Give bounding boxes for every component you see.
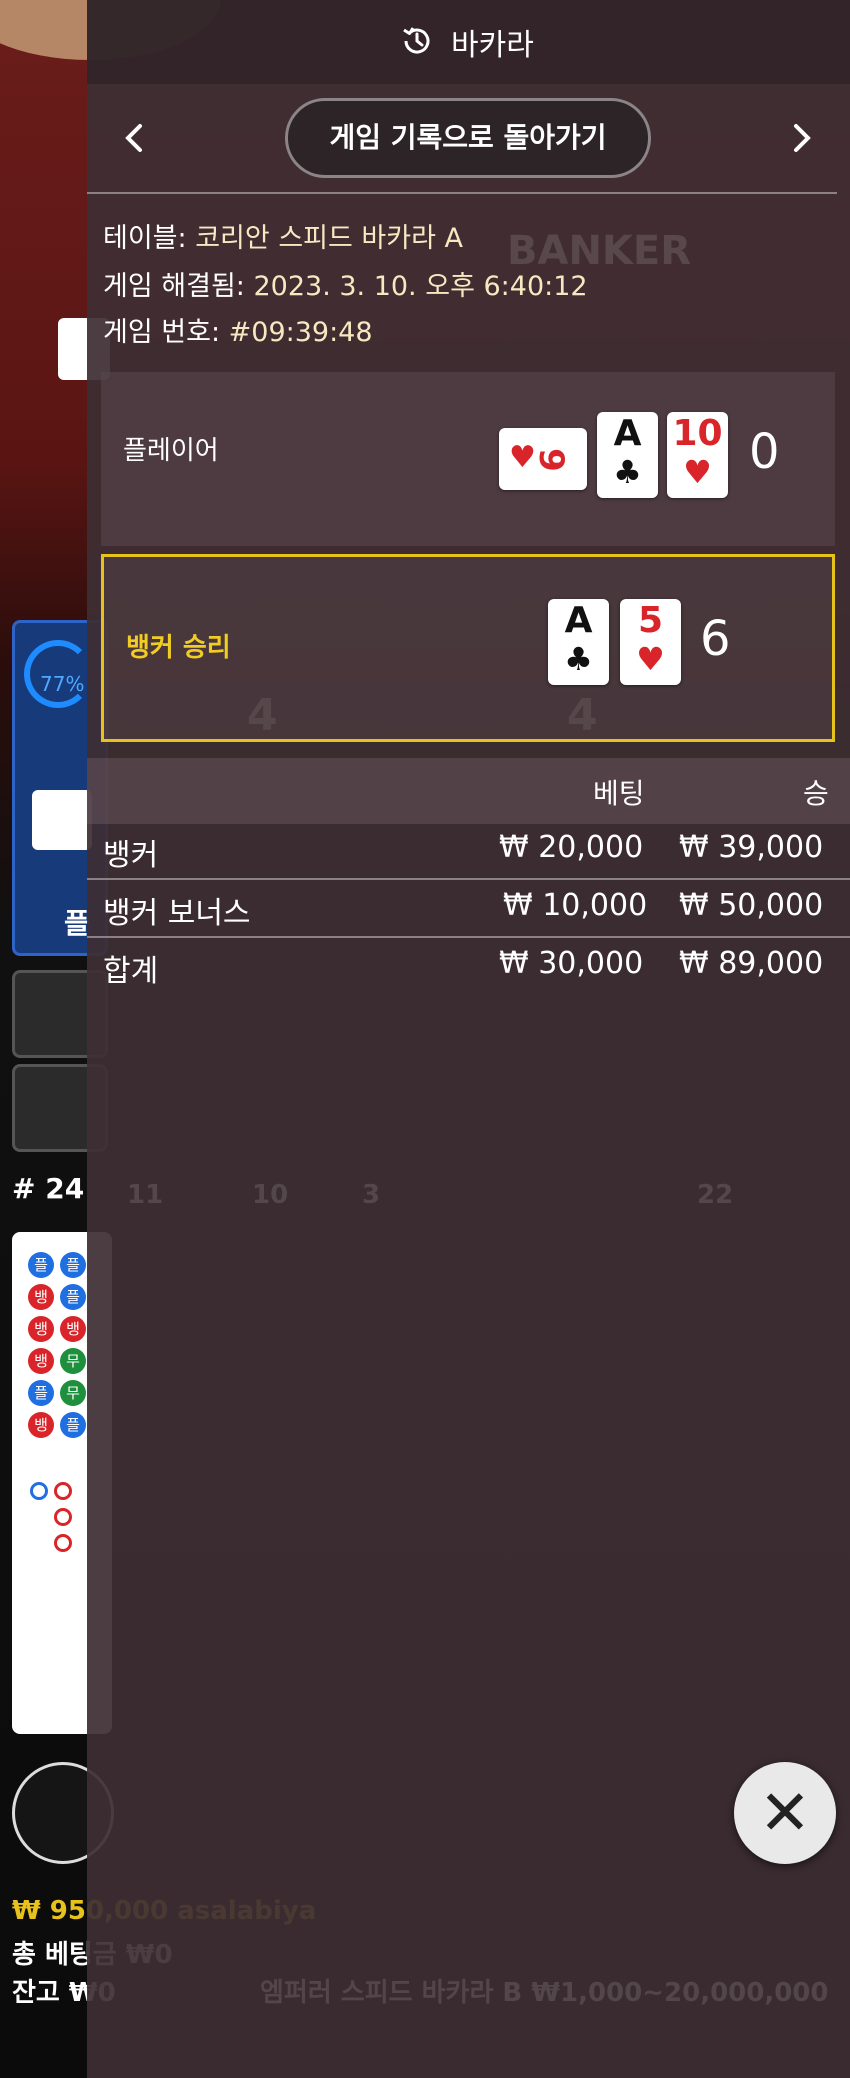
road-ring (54, 1482, 72, 1500)
bet-name: 뱅커 보너스 (103, 896, 251, 931)
resolved-info: 게임 해결됨: 2023. 3. 10. 오후 6:40:12 (103, 264, 588, 303)
road-dot: 플 (60, 1252, 86, 1278)
road-dot: 뱅 (28, 1348, 54, 1374)
bet-row: 뱅커 보너스 ₩ 10,000 ₩ 50,000 (87, 880, 850, 936)
player-label: 플레이어 (123, 436, 219, 466)
banker-win-label: 뱅커 승리 (126, 633, 231, 663)
road-dot: 플 (60, 1412, 86, 1438)
player-card-2: A ♣ (597, 412, 658, 498)
road-dot: 플 (60, 1284, 86, 1310)
road-ring (30, 1482, 48, 1500)
win-column-header: 승 (803, 777, 829, 810)
game-number-label: 게임 번호: (103, 317, 221, 348)
bets-header: 베팅 승 (87, 758, 850, 824)
road-dot: 뱅 (60, 1316, 86, 1342)
total-bet-amount: ₩ 30,000 (499, 946, 644, 981)
bet-name: 뱅커 (103, 838, 159, 873)
banker-result: 뱅커 승리 A ♣ 5 ♥ 6 (101, 554, 835, 742)
ghost-text: 22 (697, 1180, 734, 1210)
banker-card-1: A ♣ (548, 599, 609, 685)
ghost-text: 10 (252, 1180, 289, 1210)
resolved-label: 게임 해결됨: (103, 271, 245, 302)
total-row: 합계 ₩ 30,000 ₩ 89,000 (87, 938, 850, 994)
back-to-history-button[interactable]: 게임 기록으로 돌아가기 (285, 98, 651, 178)
road-dot: 뱅 (28, 1316, 54, 1342)
game-history-sheet: BANKER 4 4 11 10 3 22 엠퍼러 스피드 바카라 B ₩1,0… (87, 0, 850, 2078)
table-label: 테이블: (103, 223, 187, 254)
road-dot: 무 (60, 1348, 86, 1374)
background-mini-card (32, 790, 92, 850)
panel-label: 플 (64, 907, 90, 940)
player-score: 0 (749, 424, 780, 480)
road-ring (54, 1508, 72, 1526)
bet-column-header: 베팅 (593, 777, 645, 810)
total-label: 합계 (103, 954, 159, 989)
ghost-text: 3 (362, 1180, 381, 1210)
banker-card-2: 5 ♥ (620, 599, 681, 685)
sheet-title: 바카라 (451, 28, 534, 63)
bet-row: 뱅커 ₩ 20,000 ₩ 39,000 (87, 822, 850, 878)
player-card-1: ♥ 9 (499, 428, 587, 490)
road-dot: 뱅 (28, 1412, 54, 1438)
bet-amount: ₩ 10,000 (503, 888, 648, 923)
total-win-amount: ₩ 89,000 (679, 946, 824, 981)
road-dot: 플 (28, 1380, 54, 1406)
game-number-info: 게임 번호: #09:39:48 (103, 310, 373, 349)
sheet-header: 바카라 (87, 0, 850, 84)
progress-label: 77% (40, 672, 85, 696)
ghost-text: 11 (127, 1180, 164, 1210)
road-dot: 무 (60, 1380, 86, 1406)
chevron-left-icon[interactable] (115, 118, 155, 158)
road-ring (54, 1534, 72, 1552)
divider (87, 192, 837, 194)
road-dot: 플 (28, 1252, 54, 1278)
close-icon: ✕ (759, 1776, 811, 1849)
resolved-value: 2023. 3. 10. 오후 6:40:12 (253, 271, 588, 302)
table-value: 코리안 스피드 바카라 A (195, 223, 463, 254)
chevron-right-icon[interactable] (781, 118, 821, 158)
bet-amount: ₩ 20,000 (499, 830, 644, 865)
table-info: 테이블: 코리안 스피드 바카라 A (103, 216, 463, 255)
game-number-value: #09:39:48 (228, 317, 373, 348)
history-icon (403, 27, 430, 54)
table-info-line: 엠퍼러 스피드 바카라 B ₩1,000~20,000,000 (260, 1978, 829, 2008)
road-dot: 뱅 (28, 1284, 54, 1310)
player-result: 플레이어 ♥ 9 A ♣ 10 ♥ 0 (101, 372, 835, 546)
player-card-3: 10 ♥ (667, 412, 728, 498)
round-label: # 24 (12, 1172, 85, 1205)
banker-score: 6 (700, 611, 731, 667)
win-amount: ₩ 39,000 (679, 830, 824, 865)
win-amount: ₩ 50,000 (679, 888, 824, 923)
close-button[interactable]: ✕ (734, 1762, 836, 1864)
